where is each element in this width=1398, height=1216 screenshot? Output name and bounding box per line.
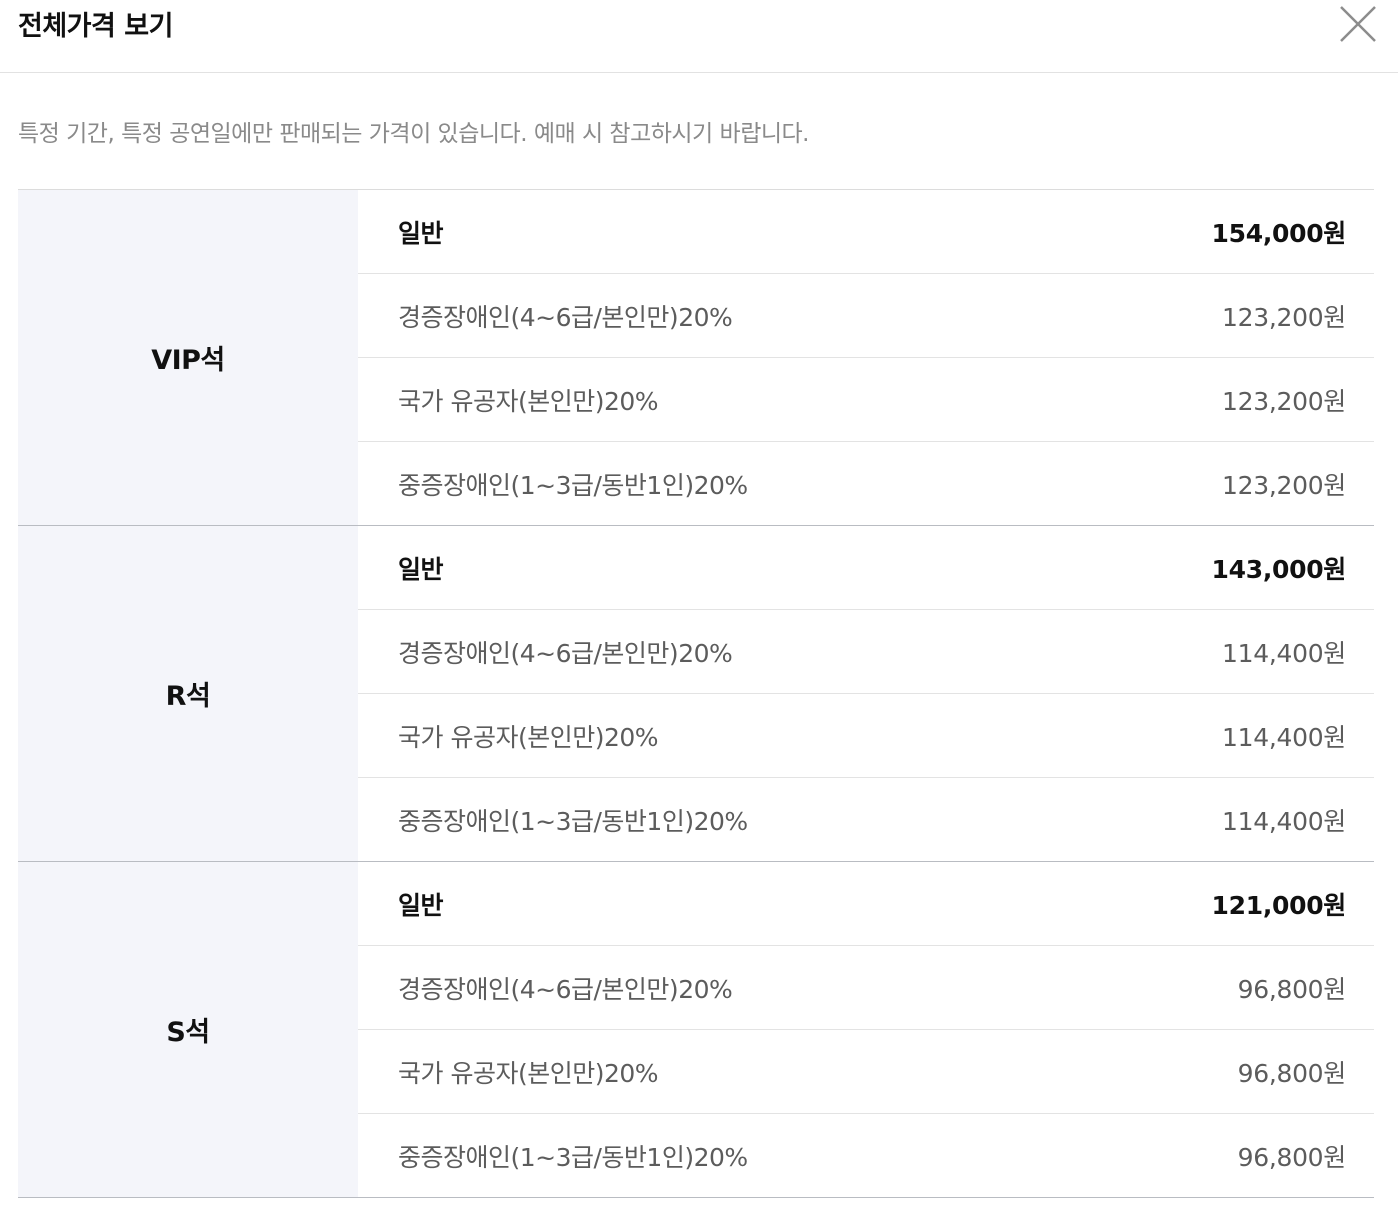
price-value: 123,200원 — [1222, 386, 1346, 416]
price-row: 경증장애인(4~6급/본인만)20% 96,800원 — [358, 946, 1374, 1030]
price-label: 일반 — [398, 218, 444, 248]
price-value: 96,800원 — [1237, 974, 1347, 1004]
price-value: 114,400원 — [1222, 806, 1346, 836]
price-value: 121,000원 — [1211, 890, 1347, 920]
seat-group-vip: VIP석 일반 154,000원 경증장애인(4~6급/본인만)20% 123,… — [18, 190, 1374, 526]
price-label: 국가 유공자(본인만)20% — [398, 722, 659, 752]
price-row: 중증장애인(1~3급/동반1인)20% 123,200원 — [358, 442, 1374, 525]
price-rows: 일반 121,000원 경증장애인(4~6급/본인만)20% 96,800원 국… — [358, 862, 1374, 1197]
price-value: 114,400원 — [1222, 638, 1346, 668]
price-row: 국가 유공자(본인만)20% 96,800원 — [358, 1030, 1374, 1114]
seat-group-s: S석 일반 121,000원 경증장애인(4~6급/본인만)20% 96,800… — [18, 862, 1374, 1198]
seat-name: R석 — [165, 681, 211, 712]
price-row: 중증장애인(1~3급/동반1인)20% 96,800원 — [358, 1114, 1374, 1197]
seat-name-cell: VIP석 — [18, 190, 358, 525]
price-row: 일반 143,000원 — [358, 526, 1374, 610]
close-icon — [1340, 6, 1376, 42]
price-rows: 일반 154,000원 경증장애인(4~6급/본인만)20% 123,200원 … — [358, 190, 1374, 525]
price-value: 123,200원 — [1222, 470, 1346, 500]
price-label: 중증장애인(1~3급/동반1인)20% — [398, 806, 748, 836]
price-label: 중증장애인(1~3급/동반1인)20% — [398, 470, 748, 500]
price-row: 국가 유공자(본인만)20% 114,400원 — [358, 694, 1374, 778]
price-row: 중증장애인(1~3급/동반1인)20% 114,400원 — [358, 778, 1374, 861]
price-value: 154,000원 — [1211, 218, 1347, 248]
price-label: 중증장애인(1~3급/동반1인)20% — [398, 1142, 748, 1172]
price-value: 96,800원 — [1237, 1142, 1347, 1172]
price-notice: 특정 기간, 특정 공연일에만 판매되는 가격이 있습니다. 예매 시 참고하시… — [18, 121, 809, 147]
close-button[interactable] — [1334, 0, 1382, 48]
price-label: 국가 유공자(본인만)20% — [398, 1058, 659, 1088]
seat-name: S석 — [166, 1017, 210, 1048]
modal-title: 전체가격 보기 — [18, 11, 173, 42]
price-label: 일반 — [398, 890, 444, 920]
price-row: 일반 121,000원 — [358, 862, 1374, 946]
price-table: VIP석 일반 154,000원 경증장애인(4~6급/본인만)20% 123,… — [18, 189, 1374, 1198]
seat-name-cell: R석 — [18, 526, 358, 861]
seat-name: VIP석 — [151, 345, 225, 376]
price-row: 일반 154,000원 — [358, 190, 1374, 274]
price-label: 경증장애인(4~6급/본인만)20% — [398, 302, 733, 332]
price-rows: 일반 143,000원 경증장애인(4~6급/본인만)20% 114,400원 … — [358, 526, 1374, 861]
modal-header: 전체가격 보기 — [0, 0, 1398, 73]
seat-group-r: R석 일반 143,000원 경증장애인(4~6급/본인만)20% 114,40… — [18, 526, 1374, 862]
price-label: 국가 유공자(본인만)20% — [398, 386, 659, 416]
price-value: 96,800원 — [1237, 1058, 1347, 1088]
price-value: 123,200원 — [1222, 302, 1346, 332]
seat-name-cell: S석 — [18, 862, 358, 1197]
price-value: 143,000원 — [1211, 554, 1347, 584]
price-value: 114,400원 — [1222, 722, 1346, 752]
price-label: 경증장애인(4~6급/본인만)20% — [398, 974, 733, 1004]
price-row: 국가 유공자(본인만)20% 123,200원 — [358, 358, 1374, 442]
price-row: 경증장애인(4~6급/본인만)20% 123,200원 — [358, 274, 1374, 358]
price-label: 일반 — [398, 554, 444, 584]
price-row: 경증장애인(4~6급/본인만)20% 114,400원 — [358, 610, 1374, 694]
price-label: 경증장애인(4~6급/본인만)20% — [398, 638, 733, 668]
